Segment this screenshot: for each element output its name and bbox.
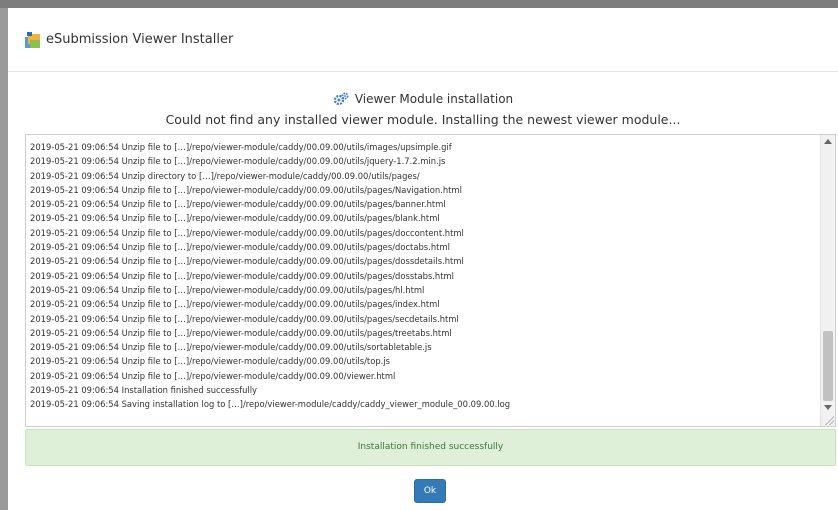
scroll-thumb[interactable] [823,331,833,401]
log-line: 2019-05-21 09:06:54 Unzip file to […]/re… [30,313,459,324]
scroll-up-arrow-icon[interactable] [824,139,832,144]
success-alert: Installation finished successfully [25,429,836,466]
resize-grip-icon[interactable] [824,415,834,425]
log-line: 2019-05-21 09:06:54 Unzip file to […]/re… [30,199,446,210]
log-line: 2019-05-21 09:06:54 Unzip file to […]/re… [30,142,452,152]
log-line: 2019-05-21 09:06:54 Unzip file to […]/re… [30,342,432,353]
log-scrollbar[interactable] [820,135,835,426]
installation-heading-text: Viewer Module installation [354,92,514,106]
cogs-icon [333,92,349,106]
log-line: 2019-05-21 09:06:54 Installation finishe… [30,385,257,396]
installer-dialog: eSubmission Viewer Installer Viewer Modu… [8,8,838,510]
log-line: 2019-05-21 09:06:54 Unzip file to […]/re… [30,213,440,224]
installation-log[interactable]: 2019-05-21 09:06:54 Unzip file to […]/re… [25,134,836,427]
window-frame-top [0,0,838,8]
dialog-title: eSubmission Viewer Installer [46,32,234,47]
installer-package-icon [25,32,40,48]
log-line: 2019-05-21 09:06:54 Unzip file to […]/re… [30,284,425,295]
log-line: 2019-05-21 09:06:54 Unzip file to […]/re… [30,184,462,195]
log-line: 2019-05-21 09:06:54 Saving installation … [30,399,511,410]
log-line: 2019-05-21 09:06:54 Unzip file to […]/re… [30,242,450,253]
log-line: 2019-05-21 09:06:54 Unzip file to […]/re… [30,370,396,381]
installation-heading: Viewer Module installation [8,92,838,106]
log-line: 2019-05-21 09:06:54 Unzip file to […]/re… [30,270,455,281]
log-line: 2019-05-21 09:06:54 Unzip file to […]/re… [30,156,446,167]
window-frame-left [0,8,8,510]
log-lines: 2019-05-21 09:06:54 Unzip file to […]/re… [30,140,815,412]
log-line: 2019-05-21 09:06:54 Unzip file to […]/re… [30,256,464,267]
log-line: 2019-05-21 09:06:54 Unzip directory to [… [30,170,420,181]
dialog-titlebar: eSubmission Viewer Installer [8,8,838,72]
log-line: 2019-05-21 09:06:54 Unzip file to […]/re… [30,227,464,238]
scroll-down-arrow-icon[interactable] [824,405,832,410]
installation-status-text: Could not find any installed viewer modu… [165,112,681,127]
log-line: 2019-05-21 09:06:54 Unzip file to […]/re… [30,356,390,367]
log-line: 2019-05-21 09:06:54 Unzip file to […]/re… [30,327,452,338]
ok-button[interactable]: Ok [414,479,446,503]
log-line: 2019-05-21 09:06:54 Unzip file to […]/re… [30,299,440,310]
